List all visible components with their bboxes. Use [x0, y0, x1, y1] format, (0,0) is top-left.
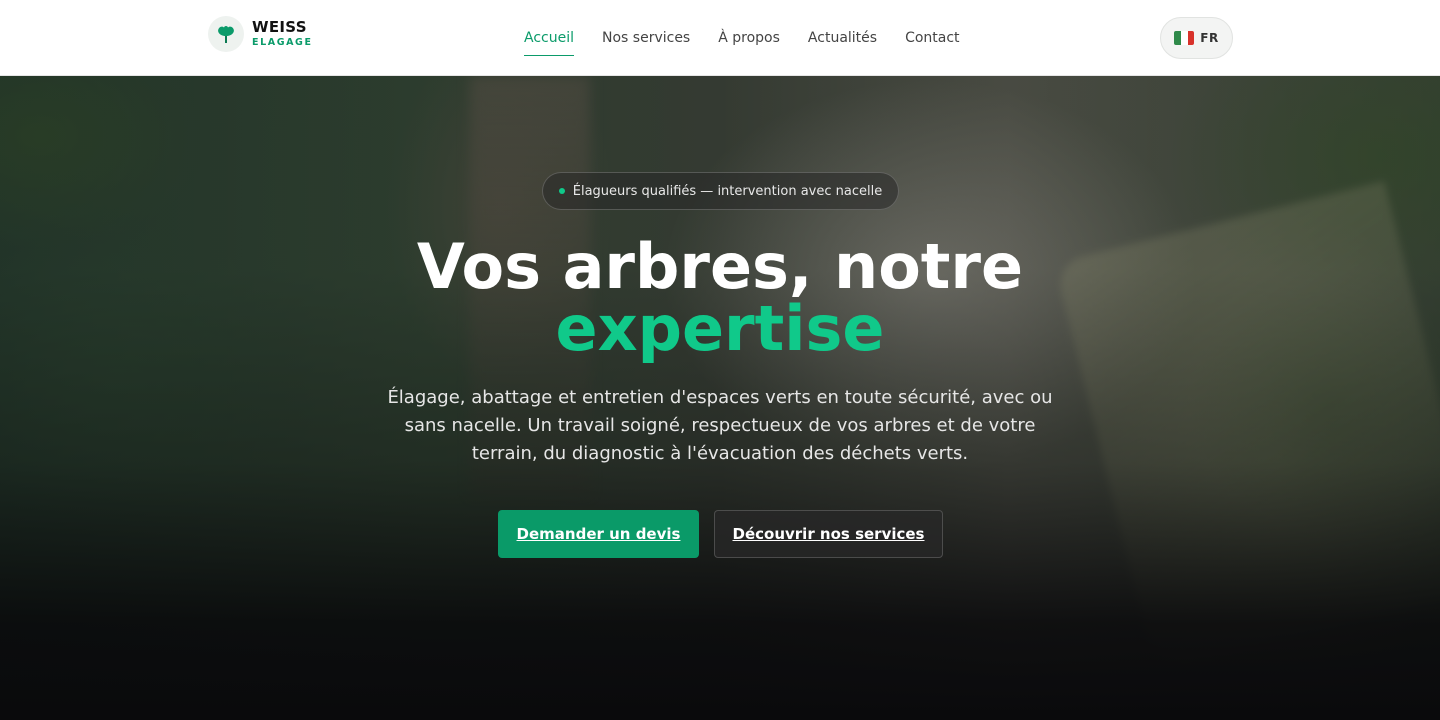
tree-icon	[208, 16, 244, 52]
brand-subtitle: ELAGAGE	[252, 37, 313, 49]
main-nav: Accueil Nos services À propos Actualités…	[524, 0, 960, 76]
italian-flag-icon	[1174, 31, 1195, 45]
hero-section: Élagueurs qualifiés — intervention avec …	[0, 76, 1440, 720]
hero-title-highlight: expertise	[555, 292, 885, 365]
brand-logo[interactable]: WEISS ELAGAGE	[208, 16, 313, 52]
hero-badge: Élagueurs qualifiés — intervention avec …	[542, 172, 899, 210]
nav-item-actualites[interactable]: Actualités	[808, 20, 877, 56]
hero-title: Vos arbres, notre expertise	[0, 236, 1440, 360]
status-dot-icon	[558, 188, 565, 194]
nav-item-contact[interactable]: Contact	[905, 20, 959, 56]
nav-item-services[interactable]: Nos services	[602, 20, 690, 56]
nav-item-accueil[interactable]: Accueil	[524, 20, 574, 56]
hero-subtitle: Élagage, abattage et entretien d'espaces…	[387, 387, 1053, 464]
request-quote-button[interactable]: Demander un devis	[498, 510, 699, 558]
discover-services-button[interactable]: Découvrir nos services	[714, 510, 943, 558]
language-switcher[interactable]: FR	[1160, 17, 1233, 59]
language-code: FR	[1200, 31, 1219, 45]
brand-name: WEISS	[252, 18, 307, 37]
hero-badge-text: Élagueurs qualifiés — intervention avec …	[572, 183, 883, 199]
site-header: WEISS ELAGAGE Accueil Nos services À pro…	[0, 0, 1440, 76]
nav-item-a-propos[interactable]: À propos	[718, 20, 780, 56]
